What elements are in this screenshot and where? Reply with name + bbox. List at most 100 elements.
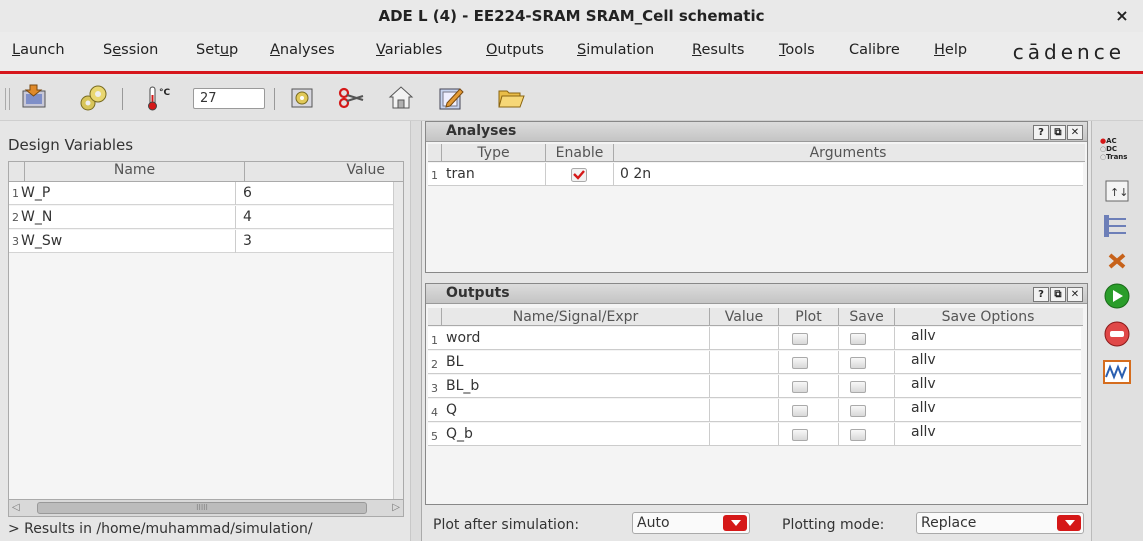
- edit-variables-icon[interactable]: ↑↓: [1100, 176, 1134, 206]
- design-variables-panel: Design Variables Name Value 1 W_P 6 2 W_…: [0, 121, 410, 541]
- column-divider: [894, 399, 895, 422]
- column-header-name[interactable]: Name/Signal/Expr: [442, 308, 710, 326]
- save-checkbox[interactable]: [850, 405, 866, 417]
- menu-analyses[interactable]: Analyses: [270, 42, 335, 58]
- menu-launch[interactable]: Launch: [12, 42, 65, 58]
- scissors-icon[interactable]: [337, 83, 367, 113]
- plot-checkbox[interactable]: [792, 381, 808, 393]
- stop-simulation-icon[interactable]: [1100, 319, 1134, 349]
- enable-checkbox[interactable]: [571, 168, 587, 182]
- plot-checkbox[interactable]: [792, 333, 808, 345]
- menu-variables[interactable]: Variables: [376, 42, 442, 58]
- plot-checkbox[interactable]: [792, 405, 808, 417]
- plot-outputs-icon[interactable]: [1100, 357, 1134, 387]
- dropdown-arrow-icon[interactable]: [1057, 515, 1081, 531]
- undock-button[interactable]: ⧉: [1050, 125, 1066, 140]
- ac-label: AC: [1106, 137, 1117, 145]
- run-simulation-icon[interactable]: [1100, 281, 1134, 311]
- menu-results[interactable]: Results: [692, 42, 744, 58]
- plot-options-bar: Plot after simulation: Auto Plotting mod…: [425, 505, 1088, 541]
- thermometer-icon: °C: [148, 86, 171, 111]
- help-button[interactable]: ?: [1033, 125, 1049, 140]
- column-divider: [838, 423, 839, 446]
- column-divider: [894, 423, 895, 446]
- output-row[interactable]: 3 BL_b allv: [428, 375, 1081, 398]
- dropdown-arrow-icon[interactable]: [723, 515, 747, 531]
- plotting-mode-select[interactable]: Replace: [916, 512, 1084, 534]
- row-number: 1: [431, 169, 438, 182]
- variable-name: W_N: [21, 209, 53, 225]
- column-header-value[interactable]: Value: [710, 308, 779, 326]
- column-header-type[interactable]: Type: [442, 144, 546, 162]
- menu-setup[interactable]: Setup: [196, 42, 238, 58]
- scrollbar-thumb[interactable]: IIIII: [37, 502, 367, 514]
- output-row[interactable]: 4 Q allv: [428, 399, 1081, 422]
- column-divider: [545, 163, 546, 186]
- dc-label: DC: [1106, 145, 1118, 153]
- column-header-enable[interactable]: Enable: [546, 144, 614, 162]
- menu-tools[interactable]: Tools: [779, 42, 815, 58]
- save-options: allv: [911, 352, 936, 368]
- setup-gear-icon[interactable]: [288, 83, 318, 113]
- undock-button[interactable]: ⧉: [1050, 287, 1066, 302]
- row-number: 2: [431, 358, 438, 371]
- vertical-scrollbar[interactable]: [393, 182, 403, 505]
- load-state-icon[interactable]: [20, 83, 50, 113]
- panel-splitter[interactable]: [410, 121, 422, 541]
- table-row[interactable]: 2 W_N 4: [9, 206, 393, 229]
- plot-checkbox[interactable]: [792, 429, 808, 441]
- plot-checkbox[interactable]: [792, 357, 808, 369]
- menu-calibre[interactable]: Calibre: [849, 42, 900, 58]
- right-toolbar: ●AC ○DC ○Trans ↑↓: [1091, 121, 1143, 541]
- menu-help[interactable]: Help: [934, 42, 967, 58]
- output-row[interactable]: 2 BL allv: [428, 351, 1081, 374]
- table-row[interactable]: 1 W_P 6: [9, 182, 393, 205]
- row-number: 5: [431, 430, 438, 443]
- row-number: 1: [12, 187, 19, 200]
- output-row[interactable]: 5 Q_b allv: [428, 423, 1081, 446]
- row-number: 2: [12, 211, 19, 224]
- choose-analyses-icon[interactable]: ●AC ○DC ○Trans: [1100, 137, 1134, 171]
- menu-simulation[interactable]: Simulation: [577, 42, 654, 58]
- close-window-button[interactable]: ×: [1111, 5, 1133, 27]
- horizontal-scrollbar[interactable]: ◁ IIIII ▷: [8, 499, 404, 517]
- save-checkbox[interactable]: [850, 357, 866, 369]
- window-titlebar: ADE L (4) - EE224-SRAM SRAM_Cell schemat…: [0, 0, 1143, 32]
- output-row[interactable]: 1 word allv: [428, 327, 1081, 350]
- setup-outputs-icon[interactable]: [1100, 211, 1134, 241]
- scroll-left-icon[interactable]: ◁: [12, 502, 20, 513]
- edit-form-icon[interactable]: [436, 83, 466, 113]
- column-divider: [838, 375, 839, 398]
- save-checkbox[interactable]: [850, 429, 866, 441]
- home-icon[interactable]: [386, 83, 416, 113]
- outputs-header: Outputs ? ⧉ ✕: [426, 284, 1087, 304]
- table-row[interactable]: 3 W_Sw 3: [9, 230, 393, 253]
- column-header-save[interactable]: Save: [839, 308, 895, 326]
- column-header-arguments[interactable]: Arguments: [614, 144, 1082, 162]
- analysis-row[interactable]: 1 tran 0 2n: [428, 163, 1083, 186]
- help-button[interactable]: ?: [1033, 287, 1049, 302]
- column-header-name[interactable]: Name: [25, 162, 245, 181]
- variable-value: 6: [243, 185, 252, 201]
- menu-session[interactable]: Session: [103, 42, 158, 58]
- save-checkbox[interactable]: [850, 333, 866, 345]
- column-divider: [778, 375, 779, 398]
- column-header-value[interactable]: Value: [245, 162, 395, 181]
- menu-outputs[interactable]: Outputs: [486, 42, 544, 58]
- analyses-header: Analyses ? ⧉ ✕: [426, 122, 1087, 142]
- close-panel-button[interactable]: ✕: [1067, 125, 1083, 140]
- plot-after-select[interactable]: Auto: [632, 512, 750, 534]
- scroll-right-icon[interactable]: ▷: [392, 502, 400, 513]
- close-panel-button[interactable]: ✕: [1067, 287, 1083, 302]
- delete-icon[interactable]: [1100, 246, 1134, 276]
- temperature-input[interactable]: 27: [193, 88, 265, 109]
- save-checkbox[interactable]: [850, 381, 866, 393]
- plotting-mode-label: Plotting mode:: [782, 517, 885, 533]
- save-options: allv: [911, 400, 936, 416]
- column-header-save-options[interactable]: Save Options: [895, 308, 1081, 326]
- settings-gears-icon[interactable]: [78, 83, 108, 113]
- open-folder-icon[interactable]: [496, 83, 526, 113]
- column-divider: [838, 399, 839, 422]
- column-divider: [709, 399, 710, 422]
- column-header-plot[interactable]: Plot: [779, 308, 839, 326]
